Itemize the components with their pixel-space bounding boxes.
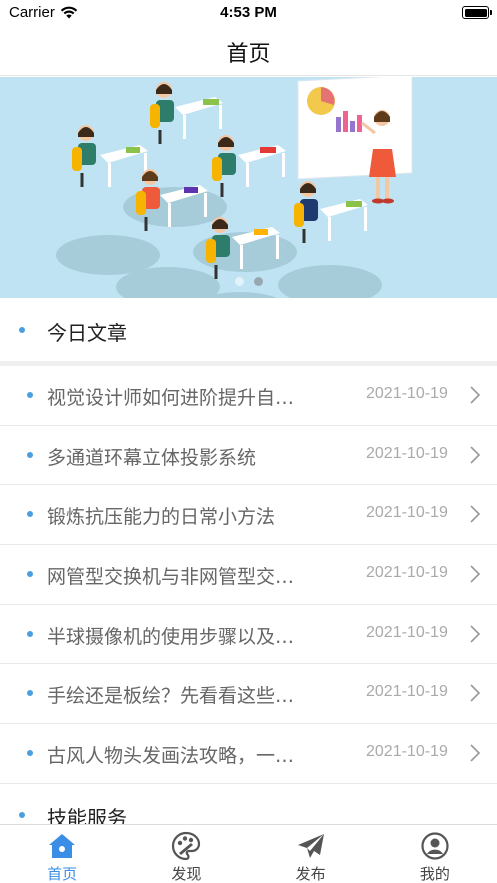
tab-label: 发布 [295, 865, 326, 883]
section-title: 今日文章 [47, 321, 127, 345]
tab-label: 首页 [47, 865, 78, 883]
bullet-icon [27, 511, 33, 518]
article-title: 手绘还是板绘？先看看这些… [47, 685, 295, 708]
banner-carousel[interactable] [0, 77, 497, 298]
paper-plane-icon [297, 834, 324, 858]
tab-bar: 首页 发现 发布 我的 [0, 824, 497, 883]
article-date: 2021-10-19 [366, 683, 448, 701]
section-skill-services: 技能服务 [0, 786, 497, 830]
bullet-icon [19, 812, 25, 818]
article-date: 2021-10-19 [366, 444, 448, 462]
tab-publish[interactable]: 发布 [249, 825, 373, 883]
bullet-icon [27, 451, 33, 458]
bullet-icon [27, 571, 33, 578]
article-title: 多通道环幕立体投影系统 [47, 446, 257, 469]
bullet-icon [27, 392, 33, 398]
article-list-item[interactable]: 网管型交换机与非网管型交… 2021-10-19 [0, 545, 497, 605]
battery-icon [462, 6, 492, 19]
classroom-illustration [56, 77, 413, 298]
chevron-right-icon [470, 386, 481, 404]
article-list-item[interactable]: 视觉设计师如何进阶提升自… 2021-10-19 [0, 366, 497, 426]
status-time: 4:53 PM [220, 4, 277, 21]
page-title: 首页 [226, 42, 271, 67]
article-title: 古风人物头发画法攻略，一… [47, 745, 295, 768]
article-date: 2021-10-19 [366, 564, 448, 582]
tab-discover[interactable]: 发现 [124, 825, 248, 883]
chevron-right-icon [470, 744, 481, 762]
user-icon [421, 832, 449, 860]
carousel-pagination[interactable] [0, 277, 497, 286]
bullet-icon [27, 690, 33, 697]
tab-label: 我的 [419, 865, 450, 883]
palette-icon [172, 831, 201, 861]
article-date: 2021-10-19 [366, 385, 448, 402]
navigation-bar: 首页 [0, 26, 497, 76]
chevron-right-icon [470, 625, 481, 643]
article-list-item[interactable]: 半球摄像机的使用步骤以及… 2021-10-19 [0, 604, 497, 665]
bullet-icon [27, 630, 33, 637]
carousel-dot[interactable] [234, 277, 244, 286]
chevron-right-icon [470, 446, 481, 464]
article-title: 锻炼抗压能力的日常小方法 [47, 506, 276, 529]
article-title: 半球摄像机的使用步骤以及… [47, 625, 295, 648]
tab-home[interactable]: 首页 [0, 825, 124, 883]
status-bar: Carrier 4:53 PM [0, 0, 497, 26]
tab-label: 发现 [171, 865, 202, 883]
section-today-articles: 今日文章 [0, 299, 497, 361]
chevron-right-icon [470, 684, 481, 703]
article-list: 视觉设计师如何进阶提升自… 2021-10-19 多通道环幕立体投影系统 2021-1… [0, 366, 497, 784]
home-icon [49, 834, 76, 858]
chevron-right-icon [470, 565, 481, 583]
bullet-icon [19, 327, 25, 333]
article-date: 2021-10-19 [366, 504, 448, 522]
article-list-item[interactable]: 多通道环幕立体投影系统 2021-10-19 [0, 425, 497, 486]
article-date: 2021-10-19 [366, 743, 448, 761]
article-list-item[interactable]: 古风人物头发画法攻略，一… 2021-10-19 [0, 724, 497, 784]
article-list-item[interactable]: 锻炼抗压能力的日常小方法 2021-10-19 [0, 485, 497, 546]
tab-profile[interactable]: 我的 [373, 825, 497, 883]
article-title: 网管型交换机与非网管型交… [47, 566, 295, 589]
article-title: 视觉设计师如何进阶提升自… [47, 387, 295, 409]
battery-level [464, 8, 487, 17]
chevron-right-icon [470, 505, 481, 523]
article-list-item[interactable]: 手绘还是板绘？先看看这些… 2021-10-19 [0, 664, 497, 725]
bullet-icon [27, 750, 33, 757]
carousel-dot[interactable] [253, 277, 263, 286]
article-date: 2021-10-19 [366, 623, 448, 641]
